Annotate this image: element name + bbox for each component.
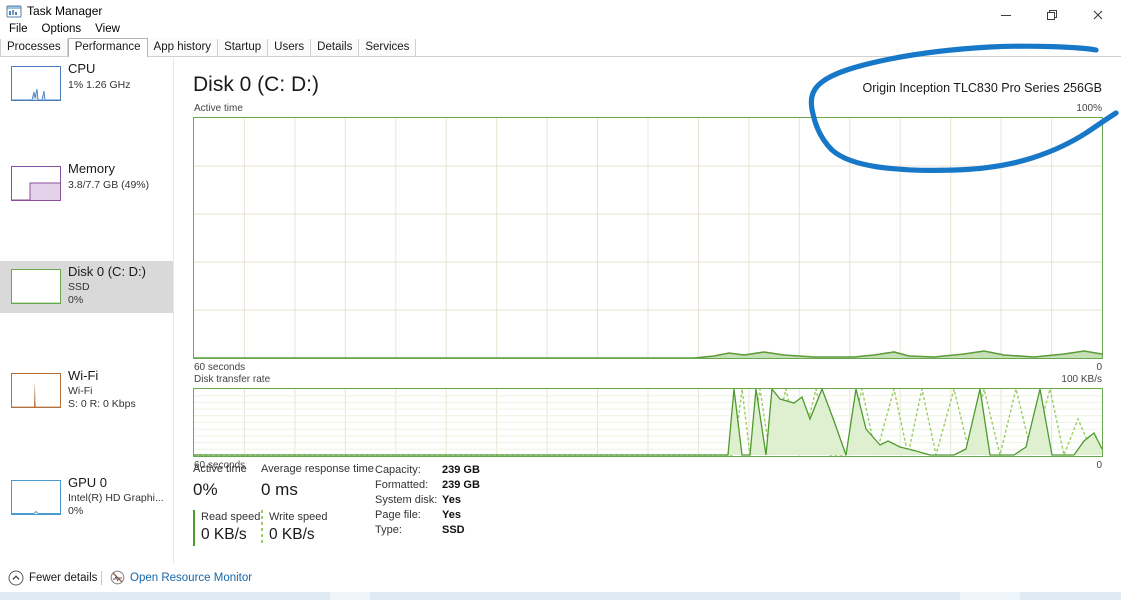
fewer-details-label[interactable]: Fewer details <box>29 572 97 584</box>
sidebar-item-sub1: SSD <box>68 281 90 293</box>
type-value: SSD <box>442 524 465 536</box>
disk-performance-panel: Disk 0 (C: D:) Origin Inception TLC830 P… <box>175 58 1121 563</box>
open-resource-monitor-link[interactable]: Open Resource Monitor <box>130 572 252 584</box>
tab-details[interactable]: Details <box>311 39 360 56</box>
system-disk-key: System disk: <box>375 494 438 506</box>
sidebar-item-sub: 1% 1.26 GHz <box>68 79 131 91</box>
active-time-axis-right: 0 <box>1096 362 1102 373</box>
task-manager-icon <box>6 4 22 20</box>
page-file-value: Yes <box>442 509 461 521</box>
gpu-thumbnail-graph <box>11 480 61 515</box>
taskbar-strip <box>0 592 1121 600</box>
resource-sidebar: CPU 1% 1.26 GHz Memory 3.8/7.7 GB (49%) … <box>0 58 174 563</box>
tab-performance[interactable]: Performance <box>67 38 148 57</box>
menu-file[interactable]: File <box>2 21 35 37</box>
transfer-rate-caption: Disk transfer rate <box>194 374 271 385</box>
memory-thumbnail-graph <box>11 166 61 201</box>
active-time-max-label: 100% <box>1076 103 1102 114</box>
sidebar-item-label: CPU <box>68 61 96 76</box>
menu-options[interactable]: Options <box>35 21 89 37</box>
tab-services[interactable]: Services <box>359 39 417 56</box>
tab-processes[interactable]: Processes <box>0 39 68 56</box>
sidebar-item-disk-0[interactable]: Disk 0 (C: D:) SSD 0% <box>0 261 173 313</box>
transfer-rate-max-label: 100 KB/s <box>1061 374 1102 385</box>
task-manager-window: Task Manager File Options View Processes… <box>0 0 1121 600</box>
read-speed-label: Read speed <box>201 511 261 523</box>
tab-users[interactable]: Users <box>268 39 312 56</box>
resource-monitor-icon[interactable] <box>110 570 125 585</box>
sidebar-item-wifi[interactable]: Wi-Fi Wi-Fi S: 0 R: 0 Kbps <box>0 365 173 417</box>
read-speed-color-bar <box>193 510 195 546</box>
sidebar-item-label: GPU 0 <box>68 475 108 490</box>
type-key: Type: <box>375 524 402 536</box>
menu-bar: File Options View <box>0 19 1121 39</box>
active-time-axis-left: 60 seconds <box>194 362 246 373</box>
write-speed-value: 0 KB/s <box>269 526 315 543</box>
disk-transfer-rate-graph[interactable] <box>193 388 1103 457</box>
sidebar-item-sub1: Intel(R) HD Graphi... <box>68 492 164 504</box>
sidebar-item-label: Memory <box>68 161 115 176</box>
tab-app-history[interactable]: App history <box>147 39 219 56</box>
avg-response-time-label: Average response time <box>261 463 374 475</box>
formatted-key: Formatted: <box>375 479 429 491</box>
system-disk-value: Yes <box>442 494 461 506</box>
sidebar-item-cpu[interactable]: CPU 1% 1.26 GHz <box>0 58 173 108</box>
sidebar-item-sub1: Wi-Fi <box>68 385 93 397</box>
read-speed-value: 0 KB/s <box>201 526 247 543</box>
active-time-stat-label: Active time <box>193 463 247 475</box>
page-title: Disk 0 (C: D:) <box>193 73 319 96</box>
capacity-value: 239 GB <box>442 464 480 476</box>
capacity-key: Capacity: <box>375 464 421 476</box>
sidebar-item-memory[interactable]: Memory 3.8/7.7 GB (49%) <box>0 158 173 208</box>
menu-view[interactable]: View <box>88 21 127 37</box>
active-time-caption: Active time <box>194 103 243 114</box>
formatted-value: 239 GB <box>442 479 480 491</box>
tab-bar: Processes Performance App history Startu… <box>0 38 1121 57</box>
sidebar-item-sub2: 0% <box>68 294 84 306</box>
disk-model-label: Origin Inception TLC830 Pro Series 256GB <box>862 81 1102 95</box>
active-time-stat-value: 0% <box>193 480 218 499</box>
sidebar-item-label: Disk 0 (C: D:) <box>68 264 146 279</box>
sidebar-item-sub2: S: 0 R: 0 Kbps <box>68 398 136 410</box>
sidebar-item-label: Wi-Fi <box>68 368 99 383</box>
tab-startup[interactable]: Startup <box>218 39 269 56</box>
window-title: Task Manager <box>27 4 103 18</box>
wifi-thumbnail-graph <box>11 373 61 408</box>
footer-bar: Fewer details Open Resource Monitor <box>0 563 1121 592</box>
cpu-thumbnail-graph <box>11 66 61 101</box>
sidebar-item-sub2: 0% <box>68 505 84 517</box>
page-file-key: Page file: <box>375 509 421 521</box>
sidebar-item-sub: 3.8/7.7 GB (49%) <box>68 179 150 191</box>
active-time-graph[interactable] <box>193 117 1103 359</box>
disk-thumbnail-graph <box>11 269 61 304</box>
write-speed-color-bar <box>261 510 263 546</box>
sidebar-item-gpu-0[interactable]: GPU 0 Intel(R) HD Graphi... 0% <box>0 472 173 524</box>
disk-stats: Active time 0% Average response time 0 m… <box>193 463 1103 558</box>
avg-response-time-value: 0 ms <box>261 480 298 499</box>
write-speed-label: Write speed <box>269 511 328 523</box>
chevron-up-icon[interactable] <box>8 570 24 586</box>
footer-divider <box>101 571 102 585</box>
